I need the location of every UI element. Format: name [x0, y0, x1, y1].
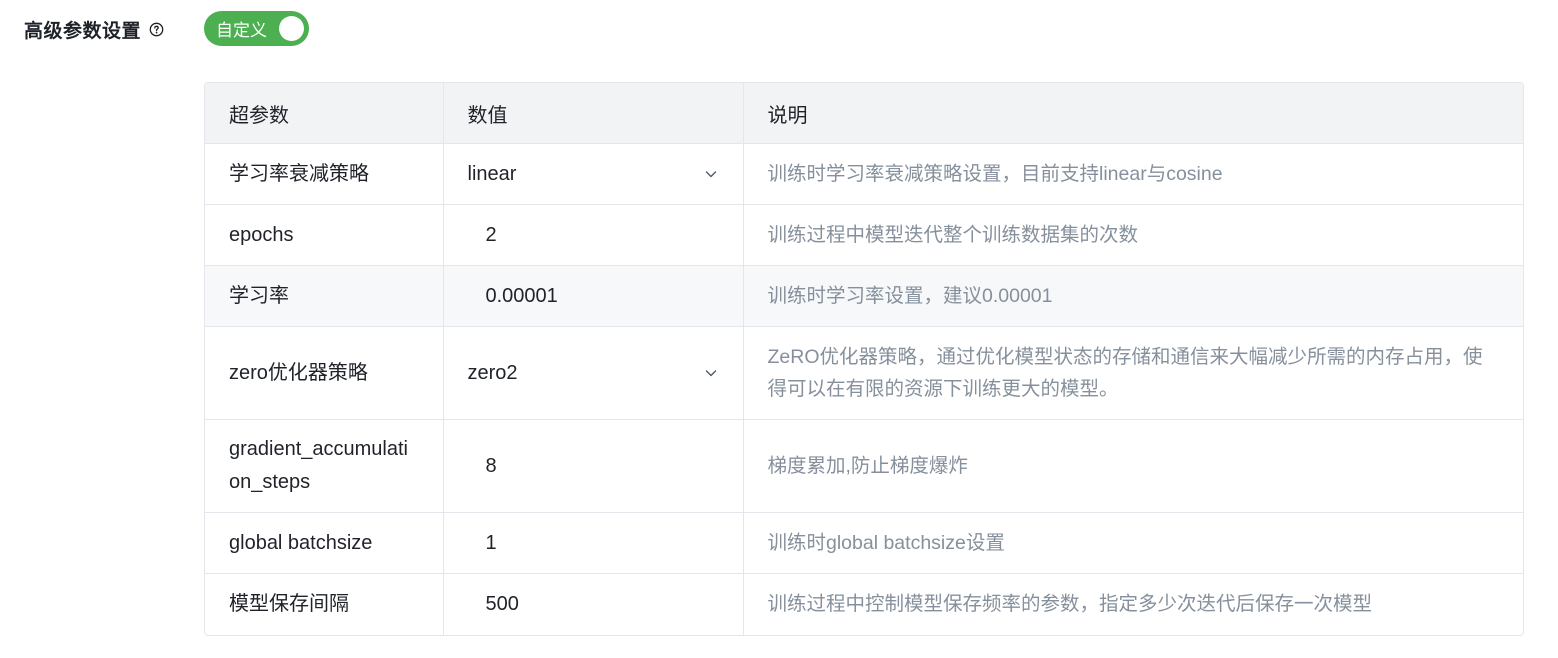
table-header-row: 超参数 数值 说明 — [205, 83, 1523, 144]
param-desc: ZeRO优化器策略，通过优化模型状态的存储和通信来大幅减少所需的内存占用，使得可… — [743, 326, 1523, 420]
value-cell: 8 — [443, 419, 744, 513]
zero-strategy-select[interactable]: zero2 — [468, 362, 719, 385]
hyperparameter-table: 超参数 数值 说明 学习率衰减策略 linear 训练时学习率衰减策略设置，目前… — [204, 82, 1524, 636]
table-row: global batchsize 1 训练时global batchsize设置 — [205, 512, 1523, 574]
param-name: gradient_accumulation_steps — [205, 419, 444, 513]
value-cell: 0.00001 — [443, 265, 744, 327]
custom-toggle[interactable]: 自定义 — [204, 11, 309, 46]
value-cell: zero2 — [443, 326, 744, 420]
param-name: zero优化器策略 — [205, 326, 444, 420]
select-value: zero2 — [467, 361, 518, 384]
value-cell: linear — [443, 143, 744, 205]
global-batchsize-input[interactable]: 1 — [468, 532, 719, 555]
table-row: epochs 2 训练过程中模型迭代整个训练数据集的次数 — [205, 204, 1523, 266]
param-desc: 训练过程中控制模型保存频率的参数，指定多少次迭代后保存一次模型 — [767, 593, 1373, 616]
chevron-down-icon — [703, 365, 719, 381]
column-header-value: 数值 — [443, 83, 744, 144]
param-desc: 梯度累加,防止梯度爆炸 — [743, 419, 1523, 513]
column-header-param: 超参数 — [205, 83, 444, 144]
param-name: global batchsize — [205, 512, 444, 574]
save-interval-input[interactable]: 500 — [468, 593, 719, 616]
page-title: 高级参数设置 — [24, 20, 142, 42]
table-row: 学习率衰减策略 linear 训练时学习率衰减策略设置，目前支持linear与c… — [205, 143, 1523, 205]
value-cell: 2 — [443, 204, 744, 266]
epochs-input[interactable]: 2 — [468, 224, 719, 247]
param-name: epochs — [205, 204, 444, 266]
table-row: zero优化器策略 zero2 ZeRO优化器策略，通过优化模型状态的存储和通信… — [205, 326, 1523, 420]
table-row: 学习率 0.00001 训练时学习率设置，建议0.00001 — [205, 265, 1523, 327]
toggle-knob — [279, 16, 304, 41]
learning-rate-input[interactable]: 0.00001 — [468, 285, 719, 308]
param-name: 学习率 — [205, 265, 444, 327]
param-desc: 训练时global batchsize设置 — [743, 512, 1523, 574]
param-name: 模型保存间隔 — [205, 573, 444, 635]
table-row: 模型保存间隔 500 训练过程中控制模型保存频率的参数，指定多少次迭代后保存一次… — [205, 573, 1523, 635]
value-cell: 500 — [443, 573, 744, 635]
toggle-label: 自定义 — [216, 21, 267, 40]
value-cell: 1 — [443, 512, 744, 574]
chevron-down-icon — [703, 166, 719, 182]
grad-accum-input[interactable]: 8 — [468, 455, 719, 478]
param-name: 学习率衰减策略 — [205, 143, 444, 205]
param-desc: 训练过程中模型迭代整个训练数据集的次数 — [743, 204, 1523, 266]
column-header-desc: 说明 — [743, 83, 1523, 144]
section-header: 高级参数设置 — [24, 10, 164, 48]
param-desc: 训练时学习率衰减策略设置，目前支持linear与cosine — [743, 143, 1523, 205]
lr-scheduler-select[interactable]: linear — [468, 163, 719, 186]
param-desc: 训练时学习率设置，建议0.00001 — [743, 265, 1523, 327]
question-circle-icon[interactable] — [149, 22, 164, 37]
table-row: gradient_accumulation_steps 8 梯度累加,防止梯度爆… — [205, 419, 1523, 513]
select-value: linear — [467, 162, 517, 185]
